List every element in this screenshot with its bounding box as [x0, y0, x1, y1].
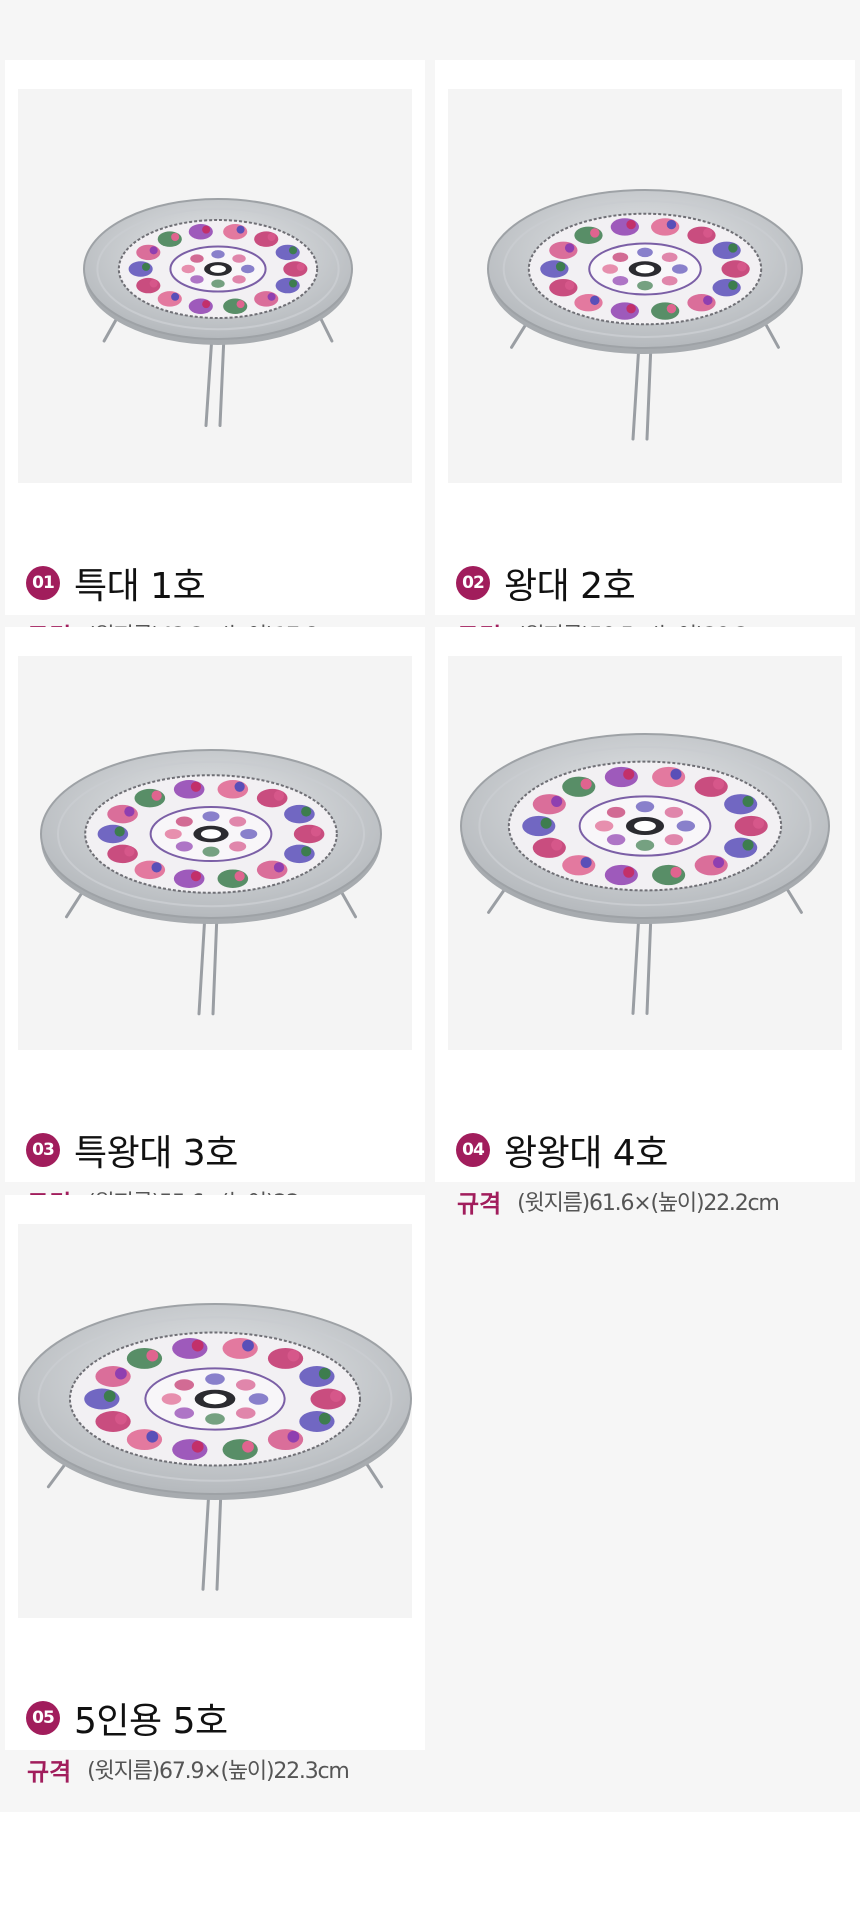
table-leg — [645, 911, 653, 1015]
product-photo — [18, 656, 412, 1050]
product-photo — [18, 89, 412, 483]
product-card-05: 05 5인용 5호 규격 (윗지름)67.9×(높이)22.3cm — [5, 1195, 425, 1786]
table-leg — [215, 1487, 223, 1591]
spec-value: (윗지름)67.9×(높이)22.3cm — [87, 1759, 350, 1784]
round-folding-table-icon — [18, 1303, 412, 1591]
product-detail-page: 01 특대 1호 규격 (윗지름)42.2×(높이)17.8cm 02 왕대 2… — [0, 0, 860, 1913]
product-spec-row: 규격 (윗지름)67.9×(높이)22.3cm — [27, 1750, 350, 1788]
product-photo — [448, 656, 842, 1050]
product-card-03: 03 특왕대 3호 규격 (윗지름)55.6×(높이)22cm — [5, 627, 425, 1218]
product-grid-panel: 01 특대 1호 규격 (윗지름)42.2×(높이)17.8cm 02 왕대 2… — [0, 0, 860, 1812]
product-title-row: 02 왕대 2호 — [456, 557, 636, 609]
table-leg — [631, 911, 641, 1015]
product-photo — [448, 89, 842, 483]
table-leg — [631, 342, 641, 441]
product-photo — [18, 1224, 412, 1618]
product-title: 왕대 2호 — [504, 566, 636, 607]
product-title: 왕왕대 4호 — [504, 1133, 668, 1174]
product-title-row: 03 특왕대 3호 — [26, 1124, 238, 1176]
product-spec-row: 규격 (윗지름)61.6×(높이)22.2cm — [457, 1182, 780, 1220]
product-card-02: 02 왕대 2호 규격 (윗지름)50.5×(높이)20.2cm — [435, 60, 855, 651]
spec-label: 규격 — [27, 1757, 72, 1786]
round-folding-table-icon — [487, 189, 803, 441]
spec-value: (윗지름)61.6×(높이)22.2cm — [517, 1191, 780, 1216]
table-leg — [645, 342, 653, 441]
product-title: 특왕대 3호 — [74, 1133, 238, 1174]
product-number-badge: 03 — [26, 1133, 60, 1167]
spec-label: 규격 — [457, 1189, 502, 1218]
product-number-badge: 05 — [26, 1701, 60, 1735]
product-title-row: 01 특대 1호 — [26, 557, 206, 609]
product-title-row: 05 5인용 5호 — [26, 1692, 228, 1744]
table-leg — [211, 912, 219, 1016]
table-leg — [201, 1487, 211, 1591]
table-leg — [218, 334, 226, 427]
product-number-badge: 02 — [456, 566, 490, 600]
product-card-01: 01 특대 1호 규격 (윗지름)42.2×(높이)17.8cm — [5, 60, 425, 651]
product-title: 특대 1호 — [74, 566, 206, 607]
product-title: 5인용 5호 — [74, 1701, 228, 1742]
product-number-badge: 01 — [26, 566, 60, 600]
table-leg — [204, 334, 214, 427]
table-leg — [197, 912, 207, 1016]
product-title-row: 04 왕왕대 4호 — [456, 1124, 668, 1176]
round-folding-table-icon — [40, 749, 382, 1016]
round-folding-table-icon — [460, 733, 830, 1015]
round-folding-table-icon — [83, 198, 353, 427]
product-card-04: 04 왕왕대 4호 규격 (윗지름)61.6×(높이)22.2cm — [435, 627, 855, 1218]
product-number-badge: 04 — [456, 1133, 490, 1167]
